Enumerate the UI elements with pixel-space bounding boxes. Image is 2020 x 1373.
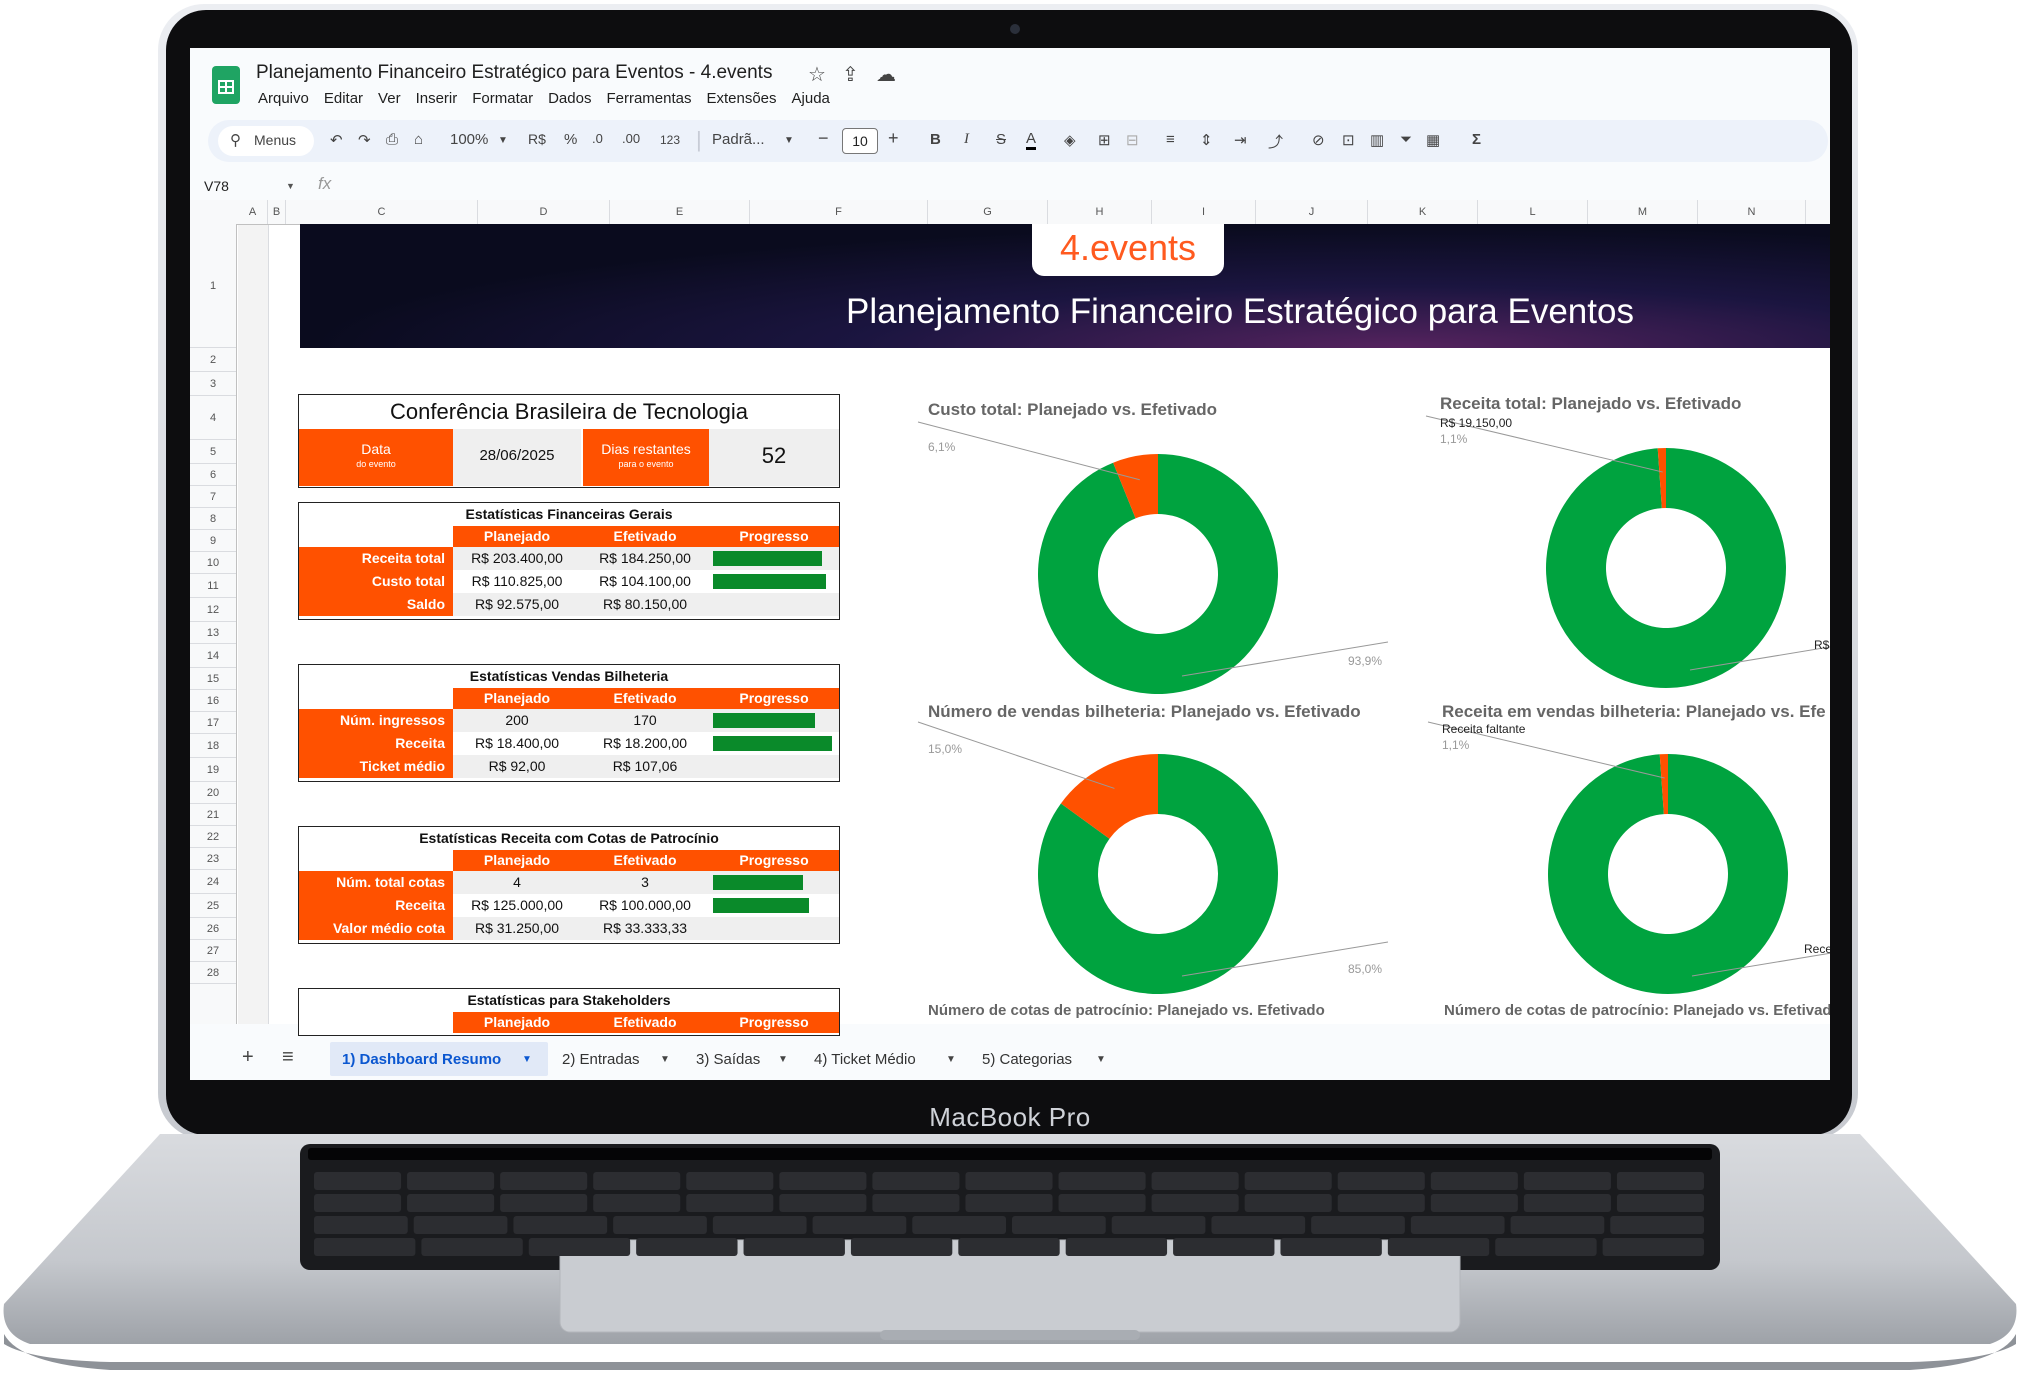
tab-2-chevron-icon[interactable]: ▼ <box>660 1054 670 1065</box>
keyboard-key <box>1058 1194 1146 1212</box>
tab-5-chevron-icon[interactable]: ▼ <box>1096 1054 1106 1065</box>
keyboard-key <box>314 1194 402 1212</box>
keyboard <box>308 1148 1712 1256</box>
keyboard-key <box>872 1172 960 1190</box>
device-brand: MacBook Pro <box>929 1102 1091 1132</box>
keyboard-key <box>1151 1172 1239 1190</box>
keyboard-key <box>958 1238 1060 1256</box>
keyboard-key <box>1173 1238 1275 1256</box>
camera <box>1010 24 1020 34</box>
keyboard-key <box>965 1172 1053 1190</box>
keyboard-key <box>1616 1172 1704 1190</box>
charts-layer <box>917 415 1830 995</box>
keyboard-key <box>407 1172 495 1190</box>
keyboard-key <box>421 1238 523 1256</box>
keyboard-key <box>712 1216 807 1234</box>
keyboard-key <box>743 1238 845 1256</box>
keyboard-key <box>314 1172 402 1190</box>
keyboard-key <box>314 1238 416 1256</box>
chart-2-slice-label: R$ 19.150,00 <box>1440 416 1513 430</box>
keyboard-key <box>593 1194 681 1212</box>
keyboard-key <box>1430 1194 1518 1212</box>
chart-2-small-label: 1,1% <box>1440 432 1468 446</box>
keyboard-key <box>872 1194 960 1212</box>
keyboard-key <box>686 1172 774 1190</box>
keyboard-key <box>407 1194 495 1212</box>
keyboard-key <box>1430 1172 1518 1190</box>
keyboard-key <box>1523 1172 1611 1190</box>
keyboard-key <box>1410 1216 1505 1234</box>
chart-3-small-label: 15,0% <box>928 742 963 756</box>
keyboard-key <box>500 1194 588 1212</box>
tab-entradas[interactable]: 2) Entradas <box>562 1051 640 1068</box>
chart-2-large-label: R$ <box>1814 638 1830 652</box>
keyboard-key <box>779 1172 867 1190</box>
keyboard-key <box>413 1216 508 1234</box>
chart-3-large-label: 85,0% <box>1348 962 1383 976</box>
screen: Planejamento Financeiro Estratégico para… <box>190 48 1830 1080</box>
keyboard-key <box>1244 1172 1332 1190</box>
keyboard-key <box>613 1216 707 1234</box>
tab-categorias[interactable]: 5) Categorias <box>982 1051 1072 1068</box>
keyboard-key <box>1337 1172 1425 1190</box>
keyboard-key <box>850 1238 953 1256</box>
keyboard-key <box>1387 1238 1490 1256</box>
keyboard-key <box>528 1238 631 1256</box>
tab-dashboard-resumo[interactable]: 1) Dashboard Resumo <box>342 1051 501 1068</box>
keyboard-key <box>1058 1172 1146 1190</box>
tab-3-chevron-icon[interactable]: ▼ <box>778 1054 788 1065</box>
keyboard-key <box>1495 1238 1597 1256</box>
add-sheet-icon[interactable]: + <box>242 1046 254 1069</box>
keyboard-key <box>1012 1216 1106 1234</box>
keyboard-key <box>965 1194 1053 1212</box>
keyboard-key <box>1337 1194 1425 1212</box>
keyboard-key <box>1602 1238 1704 1256</box>
chart-1-large-label: 93,9% <box>1348 654 1383 668</box>
tab-ticket-medio[interactable]: 4) Ticket Médio <box>814 1051 916 1068</box>
keyboard-key <box>513 1216 608 1234</box>
chart-4-slice-label: Receita faltante <box>1442 722 1526 736</box>
keyboard-key <box>1523 1194 1611 1212</box>
keyboard-key <box>1510 1216 1605 1234</box>
tab-saidas[interactable]: 3) Saídas <box>696 1051 760 1068</box>
keyboard-key <box>1616 1194 1704 1212</box>
keyboard-key <box>686 1194 774 1212</box>
keyboard-key <box>593 1172 681 1190</box>
keyboard-key <box>1244 1194 1332 1212</box>
keyboard-key <box>1311 1216 1405 1234</box>
keyboard-key <box>1280 1238 1382 1256</box>
touch-bar <box>308 1148 1712 1160</box>
keyboard-key <box>1610 1216 1704 1234</box>
keyboard-key <box>779 1194 867 1212</box>
chart-4-large-label: Receit <box>1804 942 1830 956</box>
all-sheets-icon[interactable]: ≡ <box>282 1046 294 1069</box>
chart-1-small-label: 6,1% <box>928 440 956 454</box>
keyboard-key <box>1211 1216 1306 1234</box>
keyboard-key <box>812 1216 907 1234</box>
keyboard-key <box>636 1238 738 1256</box>
keyboard-key <box>1151 1194 1239 1212</box>
keyboard-key <box>912 1216 1006 1234</box>
tab-4-chevron-icon[interactable]: ▼ <box>946 1054 956 1065</box>
chart-4-small-label: 1,1% <box>1442 738 1470 752</box>
keyboard-key <box>1065 1238 1168 1256</box>
keyboard-key <box>314 1216 408 1234</box>
keyboard-key <box>500 1172 588 1190</box>
chart-2-slice-actual <box>1546 448 1787 688</box>
keyboard-key <box>1111 1216 1206 1234</box>
tab-1-chevron-icon[interactable]: ▼ <box>522 1054 532 1065</box>
